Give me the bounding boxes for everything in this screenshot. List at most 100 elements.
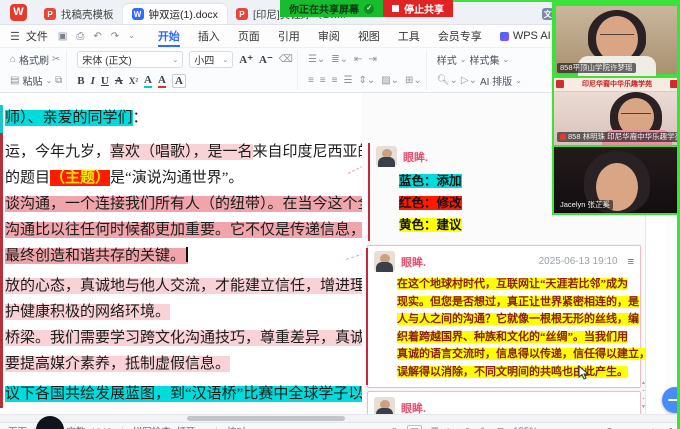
pdf-file-icon: P xyxy=(44,8,56,20)
line-spacing-icon[interactable]: ⇕⌄ xyxy=(358,75,375,86)
comment-card-main[interactable]: 眼眸. 2025-06-13 19:10 ≡ 在这个地球村时代，互联网让“天涯若… xyxy=(367,245,641,388)
font-size-select[interactable]: 小四 ⌄ xyxy=(189,51,233,68)
paste-button[interactable]: ▤ 粘贴 ⌄ ⧉ xyxy=(10,72,62,89)
undo-icon[interactable]: ↶ xyxy=(93,31,101,42)
status-bar: 页面: 1/3 字数: 1049 拼写检查: 打开 ⌄ 校对 ◎ ▤ ☰ ▷ ⊕… xyxy=(0,422,680,429)
horizontal-scrollbar[interactable] xyxy=(0,414,680,422)
stop-share-button[interactable]: 停止共享 xyxy=(383,0,453,17)
word-count: 字数: 1049 xyxy=(67,424,112,429)
styles-dropdown[interactable]: 样式 xyxy=(437,52,457,67)
menu-tab-view[interactable]: 视图 xyxy=(349,25,389,47)
align-right-icon[interactable]: ≡ xyxy=(332,75,338,86)
underline-button[interactable]: U xyxy=(101,75,109,87)
indent-icon[interactable]: ⇥ xyxy=(368,54,376,65)
screen-share-banner: 你正在共享屏幕 ✓ 停止共享 xyxy=(280,0,453,17)
proofread-button[interactable]: 校对 xyxy=(227,424,246,429)
menu-tab-review[interactable]: 审阅 xyxy=(309,25,349,47)
video-tile-3[interactable]: Jacelyn 张芷奚 xyxy=(554,147,680,213)
participant-name-label: 858 林明珠 印尼华裔中华乐趣学苑 xyxy=(557,132,680,142)
char-border-button[interactable]: A xyxy=(172,74,186,88)
wps-logo[interactable]: W xyxy=(10,4,27,21)
font-name-select[interactable]: 宋体 (正文) ⌄ xyxy=(77,51,183,68)
comment-scroll-arrows[interactable]: ▲▪▪▼ xyxy=(641,380,646,410)
font-color-button[interactable]: A xyxy=(158,74,166,88)
comment-menu-icon[interactable]: ≡ xyxy=(628,256,634,268)
superscript-button[interactable]: X² xyxy=(129,76,138,86)
spellcheck-toggle[interactable]: 拼写检查: 打开 ⌄ xyxy=(133,424,206,429)
print-icon[interactable]: ⎙ xyxy=(76,31,84,42)
commenter-name: 眼眸. xyxy=(401,400,634,415)
wps-office-window: W P 找稿壳模板 W 钟双运(1).docx P [印尼]黄钰婷（Gw... … xyxy=(0,0,680,429)
eye-protection-icon[interactable]: ◎ xyxy=(390,426,398,429)
copy-icon[interactable]: ⧉ xyxy=(55,75,62,86)
menu-tab-page[interactable]: 页面 xyxy=(229,25,269,47)
style-set-dropdown[interactable]: 样式集 xyxy=(470,52,500,67)
menu-tab-home[interactable]: 开始 xyxy=(149,25,189,47)
read-mode-icon[interactable]: ▷ xyxy=(448,426,455,429)
menu-tab-member[interactable]: 会员专享 xyxy=(429,25,491,47)
chevron-down-icon[interactable]: ⌄ xyxy=(128,31,135,42)
tab-active-docx[interactable]: W 钟双运(1).docx xyxy=(123,4,227,24)
fullscreen-icon[interactable]: ⤢ xyxy=(665,426,672,429)
menu-tab-wps-ai[interactable]: WPS AI xyxy=(491,25,560,47)
hamburger-icon[interactable]: ☰ xyxy=(10,30,20,43)
meeting-video-overlay: 858平顶山学院许梦瑶 印尼华裔中华乐趣学苑 858 林明珠 印尼华裔中华乐趣学… xyxy=(552,2,680,215)
glasses xyxy=(600,34,634,38)
justify-icon[interactable]: ☰ xyxy=(343,75,352,86)
video-banner-text: 印尼华裔中华乐趣学苑 xyxy=(554,78,680,92)
menu-tab-tools[interactable]: 工具 xyxy=(389,25,429,47)
border-icon[interactable]: ⊞⌄ xyxy=(405,75,422,86)
ai-layout-dropdown[interactable]: AI 排版 xyxy=(480,73,512,88)
edit-mode-icon[interactable]: ✎ xyxy=(480,426,488,429)
redo-icon[interactable]: ↷ xyxy=(111,31,119,42)
commenter-avatar xyxy=(374,251,395,272)
comment-card-third[interactable]: 眼眸. xyxy=(367,391,641,414)
outline-view-icon[interactable]: ☰ xyxy=(431,426,439,429)
docx-file-icon: W xyxy=(132,8,144,20)
tab-template-doc[interactable]: P 找稿壳模板 xyxy=(35,4,123,24)
menu-tab-reference[interactable]: 引用 xyxy=(269,25,309,47)
flag-icon xyxy=(560,134,566,140)
shading-icon[interactable]: ▨⌄ xyxy=(381,75,399,86)
increase-font-button[interactable]: A⁺ xyxy=(239,53,253,66)
participant-name-label: Jacelyn 张芷奚 xyxy=(557,200,613,210)
format-painter-icon: ⌂ xyxy=(10,54,16,65)
fit-page-icon[interactable]: ⊡ xyxy=(497,426,505,429)
find-icon[interactable]: 🔍︎⌄ xyxy=(437,75,458,86)
commenter-avatar xyxy=(376,146,397,167)
chevron-down-icon: ⌄ xyxy=(515,76,522,85)
select-icon[interactable]: ▷⌄ xyxy=(461,75,477,86)
decrease-font-button[interactable]: A⁻ xyxy=(259,53,273,66)
comment-timestamp: 2025-06-13 19:10 xyxy=(539,256,618,267)
scrollbar-thumb[interactable] xyxy=(187,416,345,421)
commenter-name: 眼眸. xyxy=(401,254,533,270)
comment-text: 在这个地球村时代，互联网让“天涯若比邻”成为现实。但您是否想过，真正让世界紧密相… xyxy=(368,274,640,387)
page-view-icon[interactable]: ▤ xyxy=(407,425,422,429)
clear-format-icon[interactable]: ⌫ xyxy=(279,54,293,65)
format-painter-button[interactable]: ⌂ 格式刷 ✂ xyxy=(10,51,62,68)
web-view-icon[interactable]: ⊕ xyxy=(464,426,472,429)
revision-bar xyxy=(0,105,3,408)
bullet-list-icon[interactable]: ☰⌄ xyxy=(308,54,325,65)
chevron-down-icon: ⌄ xyxy=(45,76,52,85)
menu-file[interactable]: 文件 xyxy=(26,28,48,44)
numbered-list-icon[interactable]: ≣⌄ xyxy=(331,54,348,65)
document-page[interactable]: 师）、亲爱的同学们：运，今年九岁，喜欢（唱歌），是一名来自印度尼西亚的的题目（主… xyxy=(0,93,363,414)
outdent-icon[interactable]: ⇤ xyxy=(354,54,362,65)
document-text[interactable]: 师）、亲爱的同学们：运，今年九岁，喜欢（唱歌），是一名来自印度尼西亚的的题目（主… xyxy=(5,105,358,407)
save-icon[interactable]: ▣ xyxy=(58,31,67,42)
align-center-icon[interactable]: ≡ xyxy=(320,75,326,86)
bold-button[interactable]: B xyxy=(77,75,84,87)
italic-button[interactable]: I xyxy=(91,75,95,87)
zoom-level[interactable]: 155% ⌄ xyxy=(513,426,548,429)
video-tile-active-speaker[interactable]: 858平顶山学院许梦瑶 xyxy=(554,4,680,78)
video-tile-2[interactable]: 印尼华裔中华乐趣学苑 858 林明珠 印尼华裔中华乐趣学苑 xyxy=(554,78,680,147)
pdf-file-icon: P xyxy=(236,8,248,20)
cut-icon[interactable]: ✂ xyxy=(52,54,60,65)
strikethrough-button[interactable]: A xyxy=(115,75,123,87)
highlight-color-button[interactable]: A xyxy=(144,74,152,88)
chevron-down-icon: ⌄ xyxy=(460,55,467,64)
align-left-icon[interactable]: ≡ xyxy=(308,75,314,86)
menu-tab-insert[interactable]: 插入 xyxy=(189,25,229,47)
chevron-down-icon: ⌄ xyxy=(222,56,228,64)
